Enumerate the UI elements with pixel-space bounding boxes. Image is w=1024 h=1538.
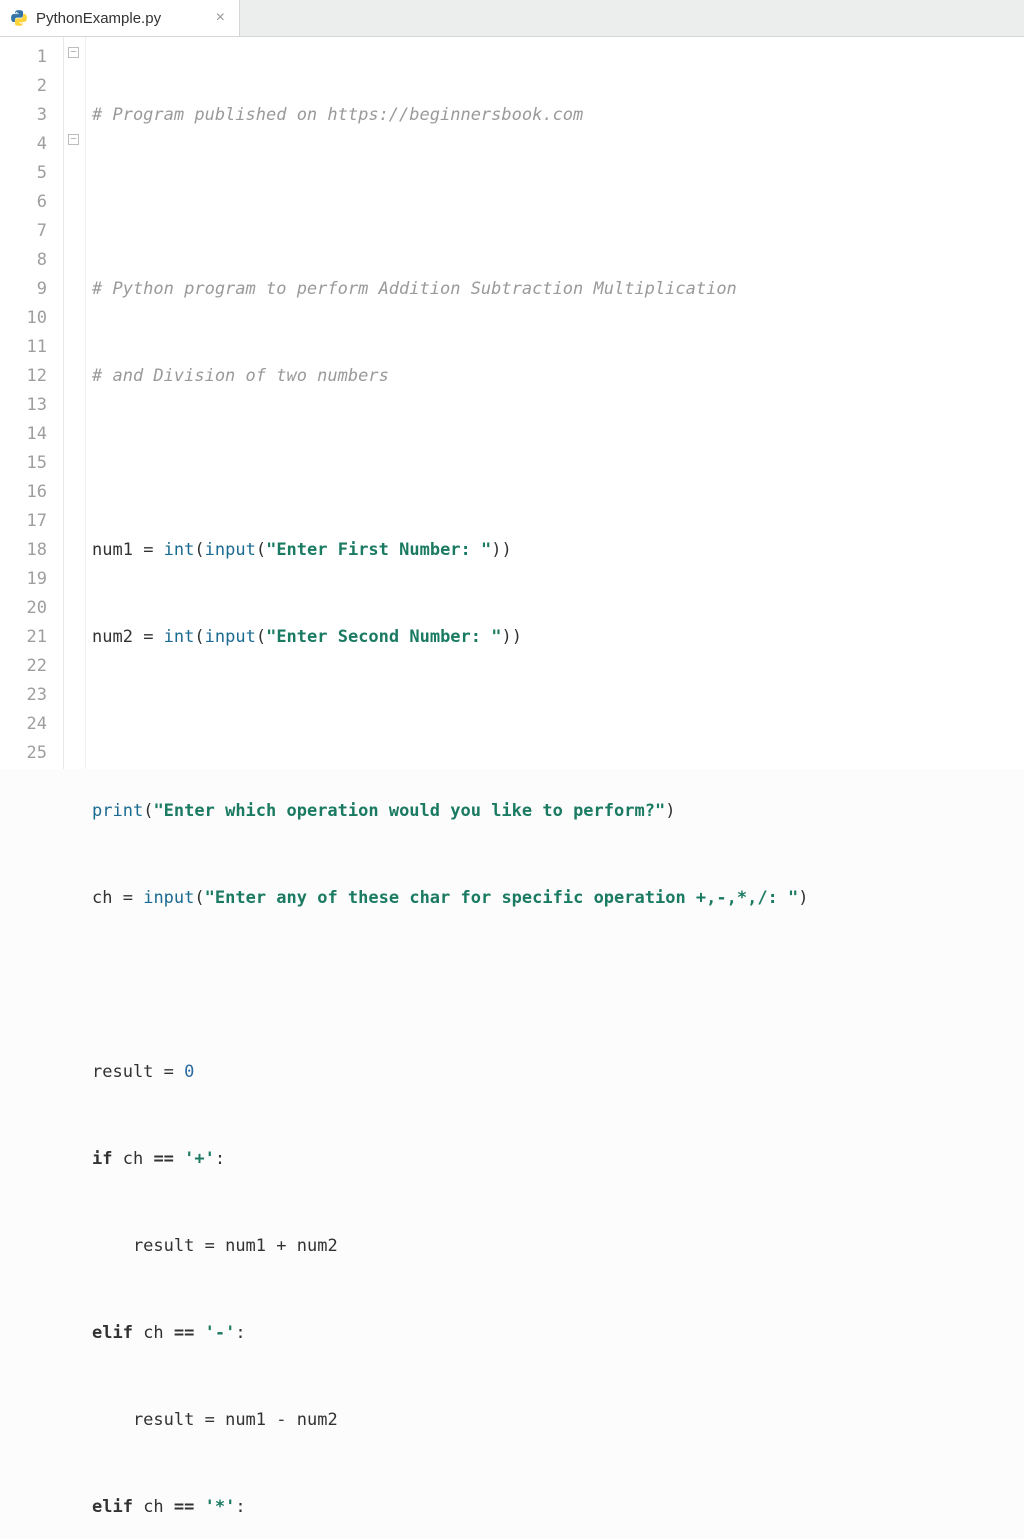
line-number: 5: [0, 159, 63, 188]
line-number: 17: [0, 507, 63, 536]
code-line: # Program published on https://beginners…: [92, 101, 1024, 130]
tab-bar: PythonExample.py ×: [0, 0, 1024, 37]
line-number: 3: [0, 101, 63, 130]
line-number: 12: [0, 362, 63, 391]
line-number: 7: [0, 217, 63, 246]
code-area[interactable]: # Program published on https://beginners…: [86, 37, 1024, 769]
line-number: 16: [0, 478, 63, 507]
code-line: [92, 449, 1024, 478]
line-number: 4: [0, 130, 63, 159]
code-line: ch = input("Enter any of these char for …: [92, 884, 1024, 913]
line-number: 10: [0, 304, 63, 333]
line-number: 6: [0, 188, 63, 217]
code-line: # and Division of two numbers: [92, 362, 1024, 391]
fold-toggle-icon[interactable]: –: [68, 47, 79, 58]
code-line: result = 0: [92, 1058, 1024, 1087]
line-number: 25: [0, 739, 63, 768]
line-number: 9: [0, 275, 63, 304]
line-number: 19: [0, 565, 63, 594]
line-number: 20: [0, 594, 63, 623]
close-tab-button[interactable]: ×: [212, 9, 229, 27]
python-file-icon: [10, 9, 28, 27]
line-number: 21: [0, 623, 63, 652]
code-line: [92, 710, 1024, 739]
line-number: 22: [0, 652, 63, 681]
tab-filename: PythonExample.py: [36, 10, 204, 27]
code-editor[interactable]: 1 2 3 4 5 6 7 8 9 10 11 12 13 14 15 16 1…: [0, 37, 1024, 769]
line-number: 18: [0, 536, 63, 565]
line-number-gutter: 1 2 3 4 5 6 7 8 9 10 11 12 13 14 15 16 1…: [0, 37, 64, 769]
line-number: 14: [0, 420, 63, 449]
line-number: 2: [0, 72, 63, 101]
fold-toggle-icon[interactable]: –: [68, 134, 79, 145]
code-line: num2 = int(input("Enter Second Number: "…: [92, 623, 1024, 652]
line-number: 11: [0, 333, 63, 362]
code-line: result = num1 - num2: [92, 1406, 1024, 1435]
code-line: print("Enter which operation would you l…: [92, 797, 1024, 826]
line-number: 24: [0, 710, 63, 739]
code-line: elif ch == '*':: [92, 1493, 1024, 1522]
code-line: num1 = int(input("Enter First Number: ")…: [92, 536, 1024, 565]
code-line: result = num1 + num2: [92, 1232, 1024, 1261]
code-line: # Python program to perform Addition Sub…: [92, 275, 1024, 304]
line-number: 15: [0, 449, 63, 478]
file-tab[interactable]: PythonExample.py ×: [0, 0, 240, 36]
code-line: [92, 971, 1024, 1000]
code-line: if ch == '+':: [92, 1145, 1024, 1174]
line-number: 8: [0, 246, 63, 275]
code-line: elif ch == '-':: [92, 1319, 1024, 1348]
line-number: 1: [0, 43, 63, 72]
fold-column: – –: [64, 37, 86, 769]
code-line: [92, 188, 1024, 217]
line-number: 13: [0, 391, 63, 420]
line-number: 23: [0, 681, 63, 710]
